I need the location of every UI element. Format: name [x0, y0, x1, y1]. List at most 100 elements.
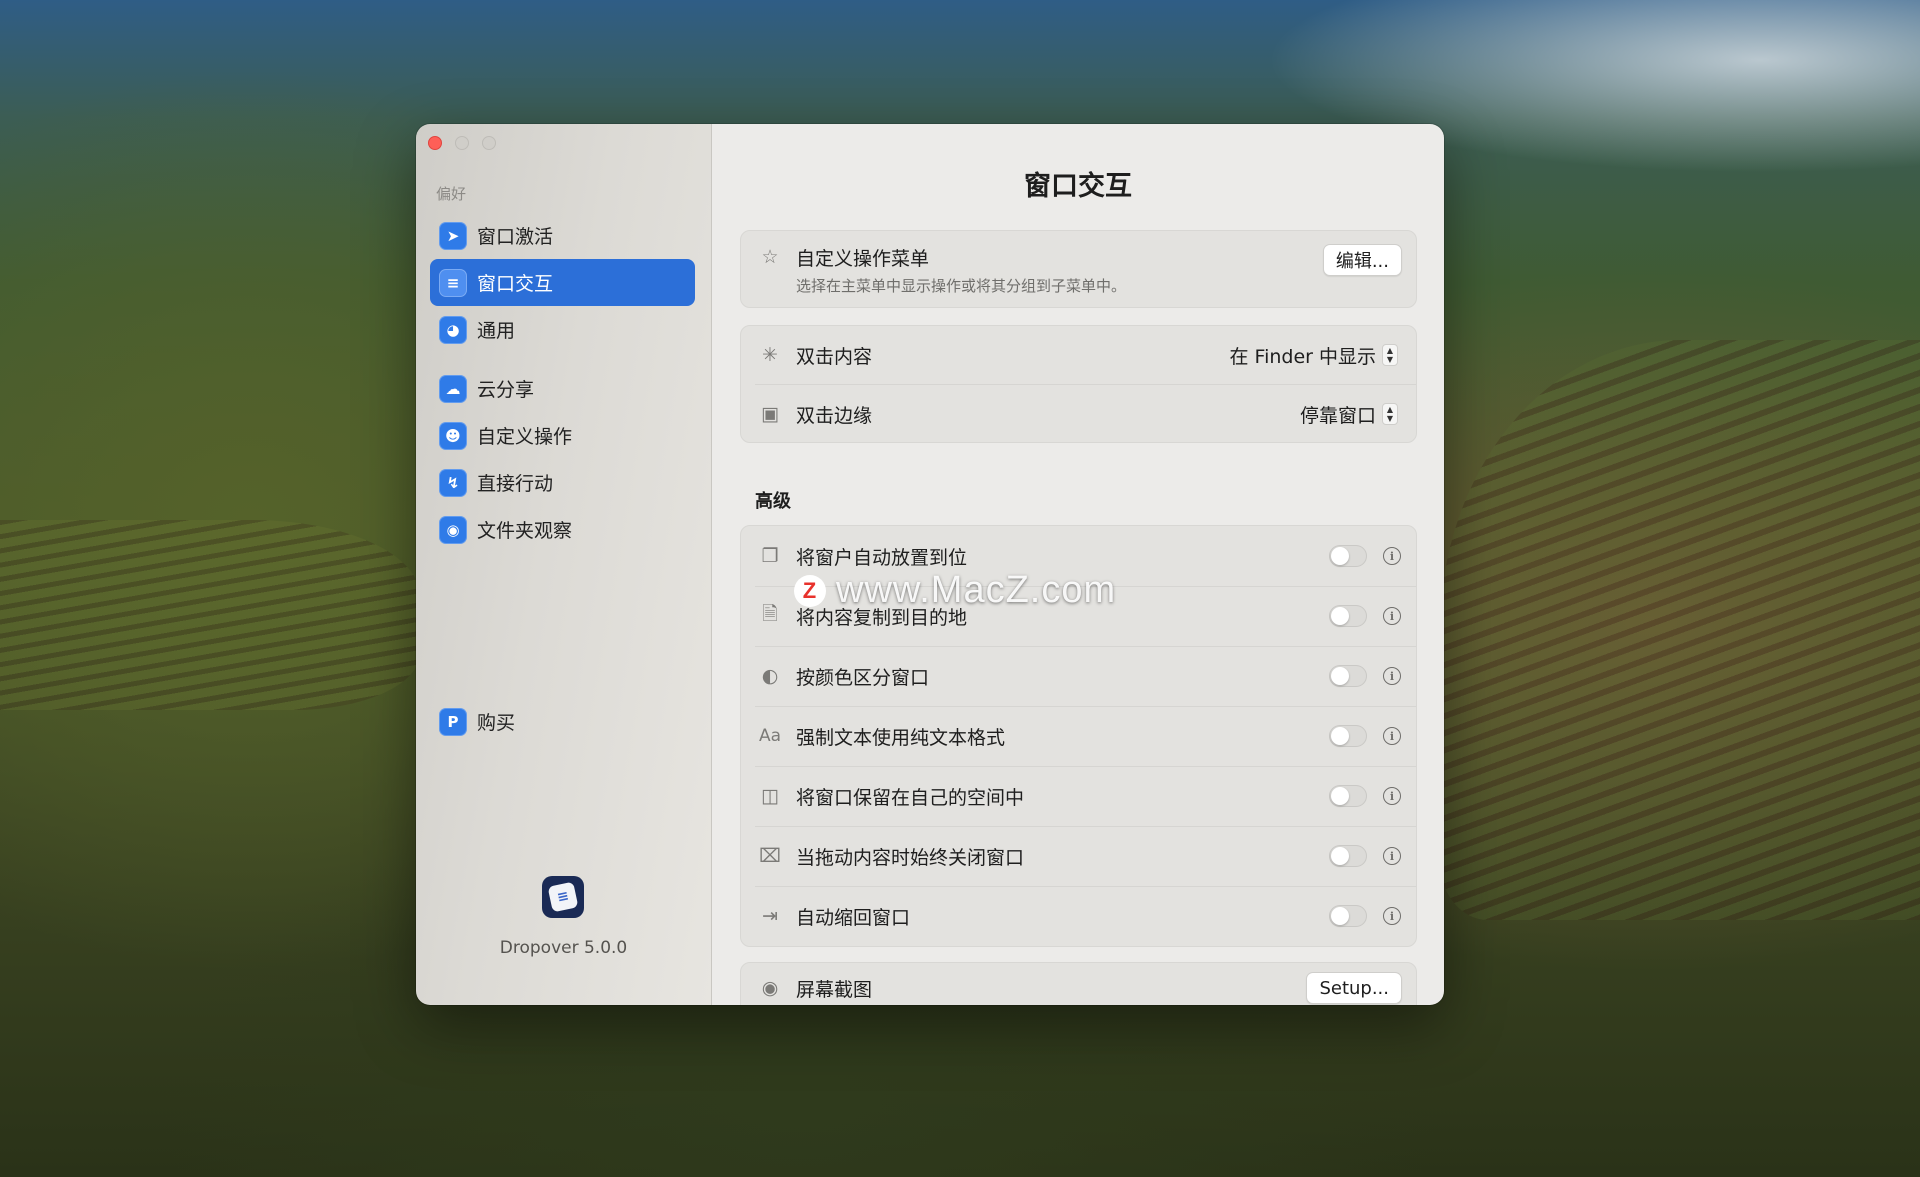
- zoom-window-button[interactable]: [482, 136, 496, 150]
- custom-menu-card: ☆ 自定义操作菜单 选择在主菜单中显示操作或将其分组到子菜单中。 编辑...: [740, 230, 1417, 308]
- sidebar-item-cloud-share[interactable]: ☁ 云分享: [430, 365, 695, 412]
- color-windows-toggle[interactable]: [1329, 665, 1367, 687]
- page-title: 窗口交互: [1024, 171, 1132, 202]
- advanced-row-label: 将窗户自动放置到位: [796, 546, 968, 569]
- screenshot-label: 屏幕截图: [796, 978, 873, 1001]
- minimize-window-button[interactable]: [455, 136, 469, 150]
- preferences-window: 偏好 ➤ 窗口激活 ≡ 窗口交互 ◕ 通用 ☁ 云分享 ☻ 自定义操作 ↯ 直接…: [416, 124, 1444, 1005]
- toggle-knob: [1331, 547, 1349, 565]
- info-icon[interactable]: i: [1383, 607, 1401, 625]
- gauge-icon: ◕: [439, 315, 467, 344]
- double-click-edge-value: 停靠窗口: [1299, 404, 1376, 427]
- own-space-toggle[interactable]: [1329, 785, 1367, 807]
- info-icon[interactable]: i: [1383, 547, 1401, 565]
- info-icon[interactable]: i: [1383, 907, 1401, 925]
- double-click-edge-label: 双击边缘: [796, 404, 873, 427]
- bolt-icon: ↯: [439, 468, 467, 497]
- advanced-row: ⌧ 当拖动内容时始终关闭窗口 i: [741, 826, 1416, 886]
- window-edge-icon: ▣: [761, 403, 779, 425]
- toggle-knob: [1331, 667, 1349, 685]
- double-click-card: ✳ 双击内容 在 Finder 中显示 ▲ ▼ ▣ 双击边缘 停靠窗口 ▲ ▼: [740, 325, 1417, 443]
- sidebar-item-general[interactable]: ◕ 通用: [430, 306, 695, 353]
- screenshot-row: ◉ 屏幕截图 Setup...: [741, 963, 1416, 1005]
- info-icon[interactable]: i: [1383, 727, 1401, 745]
- plain-text-toggle[interactable]: [1329, 725, 1367, 747]
- sidebar-item-label: 窗口交互: [477, 273, 554, 295]
- toggle-knob: [1331, 607, 1349, 625]
- advanced-section-label: 高级: [755, 491, 791, 512]
- text-format-icon: Aa: [758, 726, 782, 746]
- double-click-content-select[interactable]: 在 Finder 中显示 ▲ ▼: [1229, 342, 1398, 369]
- cloud-icon: ☁: [439, 374, 467, 403]
- advanced-row: 🗎 将内容复制到目的地 i: [741, 586, 1416, 646]
- sidebar-item-label: 自定义操作: [477, 426, 573, 448]
- double-click-content-value: 在 Finder 中显示: [1229, 345, 1376, 368]
- sidebar: 偏好 ➤ 窗口激活 ≡ 窗口交互 ◕ 通用 ☁ 云分享 ☻ 自定义操作 ↯ 直接…: [416, 124, 712, 1005]
- sparkle-icon: ✳: [762, 344, 778, 366]
- advanced-row: Aa 强制文本使用纯文本格式 i: [741, 706, 1416, 766]
- info-icon[interactable]: i: [1383, 847, 1401, 865]
- advanced-row-label: 将内容复制到目的地: [796, 606, 968, 629]
- sidebar-item-purchase[interactable]: P 购买: [430, 698, 695, 745]
- advanced-row: ⇥ 自动缩回窗口 i: [741, 886, 1416, 946]
- advanced-row-label: 按颜色区分窗口: [796, 666, 930, 689]
- custom-menu-description: 选择在主菜单中显示操作或将其分组到子菜单中。: [796, 277, 1127, 295]
- sidebar-item-custom-actions[interactable]: ☻ 自定义操作: [430, 412, 695, 459]
- camera-icon: ◉: [761, 977, 779, 999]
- close-on-drag-toggle[interactable]: [1329, 845, 1367, 867]
- info-icon[interactable]: i: [1383, 787, 1401, 805]
- folder-eye-icon: ◉: [439, 515, 467, 544]
- app-version: Dropover 5.0.0: [499, 938, 628, 958]
- advanced-row-label: 将窗口保留在自己的空间中: [796, 786, 1025, 809]
- cursor-arrow-icon: ➤: [439, 221, 467, 250]
- main-panel: 窗口交互 ☆ 自定义操作菜单 选择在主菜单中显示操作或将其分组到子菜单中。 编辑…: [712, 124, 1444, 1005]
- sidebar-item-label: 窗口激活: [477, 226, 554, 248]
- palette-icon: ◐: [761, 665, 779, 687]
- setup-button[interactable]: Setup...: [1306, 972, 1402, 1004]
- retract-icon: ⇥: [762, 905, 778, 927]
- sidebar-item-label: 购买: [477, 712, 516, 734]
- double-click-content-label: 双击内容: [796, 345, 873, 368]
- windows-stack-icon: ❐: [761, 545, 779, 567]
- sidebar-item-window-interaction[interactable]: ≡ 窗口交互: [430, 259, 695, 306]
- vineyard-rows: [1440, 340, 1920, 920]
- sidebar-section-label: 偏好: [436, 185, 467, 203]
- copy-to-destination-toggle[interactable]: [1329, 605, 1367, 627]
- auto-place-toggle[interactable]: [1329, 545, 1367, 567]
- edit-button[interactable]: 编辑...: [1322, 244, 1402, 276]
- sidebar-nav: ➤ 窗口激活 ≡ 窗口交互 ◕ 通用: [430, 212, 695, 353]
- dropover-app-icon: ≡: [542, 876, 584, 918]
- custom-menu-label: 自定义操作菜单: [796, 248, 930, 270]
- purchase-icon: P: [439, 707, 467, 736]
- double-click-edge-select[interactable]: 停靠窗口 ▲ ▼: [1300, 401, 1398, 428]
- sidebar-item-window-activation[interactable]: ➤ 窗口激活: [430, 212, 695, 259]
- auto-retract-toggle[interactable]: [1329, 905, 1367, 927]
- chevron-updown-icon: ▲ ▼: [1382, 403, 1398, 425]
- close-box-icon: ⌧: [759, 845, 781, 867]
- advanced-row: ◐ 按颜色区分窗口 i: [741, 646, 1416, 706]
- advanced-row: ❐ 将窗户自动放置到位 i: [741, 526, 1416, 586]
- advanced-row-label: 自动缩回窗口: [796, 906, 911, 929]
- person-icon: ☻: [439, 421, 467, 450]
- doc-copy-icon: 🗎: [762, 603, 778, 625]
- vineyard-rows-left: [0, 520, 420, 710]
- toggle-knob: [1331, 787, 1349, 805]
- window-controls: [428, 136, 496, 150]
- double-click-edge-row: ▣ 双击边缘 停靠窗口 ▲ ▼: [741, 385, 1416, 443]
- spaces-icon: ◫: [761, 785, 779, 807]
- toggle-knob: [1331, 847, 1349, 865]
- toggle-knob: [1331, 907, 1349, 925]
- sidebar-item-label: 通用: [477, 320, 516, 342]
- advanced-row-label: 强制文本使用纯文本格式: [796, 726, 1006, 749]
- sidebar-item-label: 云分享: [477, 379, 535, 401]
- close-window-button[interactable]: [428, 136, 442, 150]
- sidebar-item-label: 文件夹观察: [477, 520, 573, 542]
- sidebar-item-folder-watch[interactable]: ◉ 文件夹观察: [430, 506, 695, 553]
- sidebar-item-label: 直接行动: [477, 473, 554, 495]
- advanced-row-label: 当拖动内容时始终关闭窗口: [796, 846, 1025, 869]
- sidebar-nav-group-3: P 购买: [430, 698, 695, 745]
- info-icon[interactable]: i: [1383, 667, 1401, 685]
- document-stack-icon: ≡: [547, 881, 579, 913]
- sidebar-item-direct-actions[interactable]: ↯ 直接行动: [430, 459, 695, 506]
- sidebar-nav-group-2: ☁ 云分享 ☻ 自定义操作 ↯ 直接行动 ◉ 文件夹观察: [430, 365, 695, 553]
